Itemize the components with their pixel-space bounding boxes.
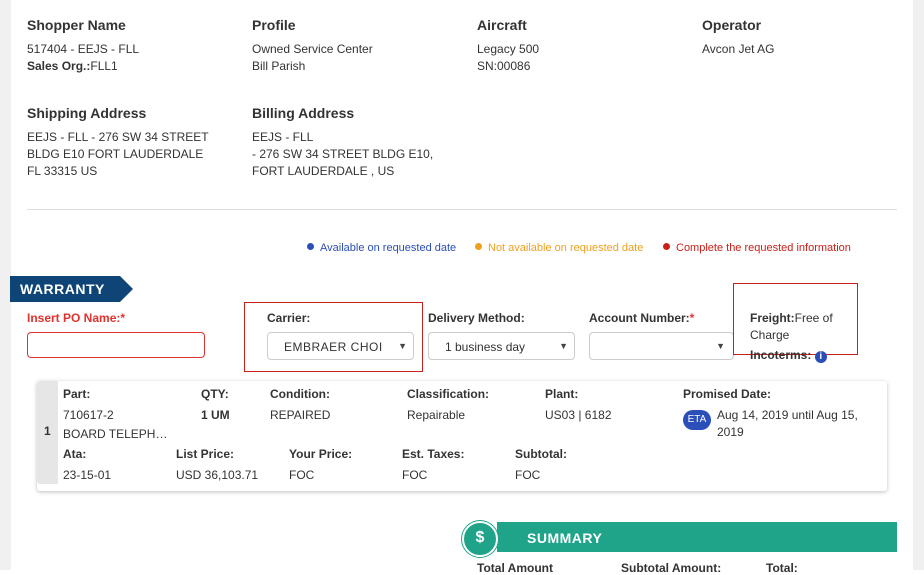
condition-label: Condition:	[270, 387, 330, 401]
account-label-text: Account Number:	[589, 311, 690, 325]
po-name-label: Insert PO Name:*	[27, 311, 125, 325]
delivery-select[interactable]: 1 business day ▼	[428, 332, 575, 360]
section-divider	[27, 209, 897, 210]
order-item-card: 1 Part: 710617-2 BOARD TELEPH… QTY: 1 UM…	[37, 381, 887, 491]
legend-complete: Complete the requested information	[663, 242, 851, 254]
po-required-mark: *	[120, 311, 126, 325]
legend-available-label: Available on requested date	[320, 242, 457, 254]
carrier-value: EMBRAER CHOI	[284, 340, 383, 354]
summary-total-label: Total:	[766, 561, 798, 575]
billing-line3: FORT LAUDERDALE , US	[252, 164, 395, 178]
item-index-column: 1	[37, 381, 58, 484]
billing-heading: Billing Address	[252, 105, 355, 121]
legend-not-available: Not available on requested date	[475, 242, 643, 254]
incoterms-label: Incoterms:	[750, 348, 812, 362]
summary-subtotal-label: Subtotal Amount:	[621, 561, 722, 575]
summary-banner: SUMMARY	[497, 522, 897, 552]
dollar-icon: $	[462, 521, 498, 557]
operator-line1: Avcon Jet AG	[702, 42, 775, 56]
legend-complete-label: Complete the requested information	[676, 242, 851, 254]
est-taxes-value: FOC	[402, 468, 428, 482]
promised-date-label: Promised Date:	[683, 387, 772, 401]
your-price-value: FOC	[289, 468, 315, 482]
summary-total-amount-label: Total Amount	[477, 561, 553, 575]
legend-available: Available on requested date	[307, 242, 456, 254]
promised-date-line1: Aug 14, 2019 until Aug 15,	[717, 408, 858, 422]
condition-value: REPAIRED	[270, 408, 331, 422]
account-required-mark: *	[689, 311, 695, 325]
profile-line2: Bill Parish	[252, 59, 306, 73]
part-description[interactable]: BOARD TELEPH…	[63, 426, 173, 443]
qty-label: QTY:	[201, 387, 229, 401]
eta-badge: ETA	[683, 409, 711, 430]
list-price-label: List Price:	[176, 447, 235, 461]
summary-title: SUMMARY	[527, 530, 603, 546]
shopper-line: 517404 - EEJS - FLL	[27, 42, 140, 56]
ata-label: Ata:	[63, 447, 87, 461]
account-label: Account Number:*	[589, 311, 694, 325]
shipping-line3: FL 33315 US	[27, 164, 98, 178]
po-name-input[interactable]	[27, 332, 205, 358]
chevron-down-icon: ▼	[559, 341, 568, 351]
warranty-title: WARRANTY	[20, 281, 105, 297]
ata-value: 23-15-01	[63, 468, 112, 482]
freight-info: Freight:Free of Charge	[750, 310, 850, 344]
sales-org: Sales Org.:FLL1	[27, 58, 118, 75]
shopper-heading: Shopper Name	[27, 17, 126, 33]
part-number: 710617-2	[63, 408, 114, 422]
classification-value: Repairable	[407, 408, 466, 422]
shipping-line2: BLDG E10 FORT LAUDERDALE	[27, 147, 204, 161]
dollar-glyph: $	[475, 529, 485, 546]
blue-dot-icon	[307, 243, 314, 250]
profile-line1: Owned Service Center	[252, 42, 373, 56]
classification-label: Classification:	[407, 387, 490, 401]
red-dot-icon	[663, 243, 670, 250]
delivery-value: 1 business day	[445, 340, 526, 354]
billing-line1: EEJS - FLL	[252, 130, 314, 144]
part-label: Part:	[63, 387, 91, 401]
item-index: 1	[44, 424, 51, 438]
sales-org-label: Sales Org.:	[27, 59, 91, 73]
aircraft-heading: Aircraft	[477, 17, 527, 33]
shipping-heading: Shipping Address	[27, 105, 147, 121]
plant-value: US03 | 6182	[545, 408, 612, 422]
promised-date-line2: 2019	[717, 425, 744, 439]
profile-heading: Profile	[252, 17, 296, 33]
aircraft-line1: Legacy 500	[477, 42, 540, 56]
chevron-down-icon: ▼	[716, 341, 725, 351]
account-select[interactable]: ▼	[589, 332, 734, 360]
subtotal-label: Subtotal:	[515, 447, 567, 461]
orange-dot-icon	[475, 243, 482, 250]
list-price-value: USD 36,103.71	[176, 468, 259, 482]
shipping-line1: EEJS - FLL - 276 SW 34 STREET	[27, 130, 209, 144]
qty-value: 1 UM	[201, 408, 230, 422]
operator-heading: Operator	[702, 17, 762, 33]
chevron-down-icon: ▼	[398, 341, 407, 351]
page-gutter-right	[913, 0, 924, 570]
incoterms: Incoterms: i	[750, 347, 827, 364]
legend-not-available-label: Not available on requested date	[488, 242, 644, 254]
carrier-label: Carrier:	[267, 311, 311, 325]
billing-line2: - 276 SW 34 STREET BLDG E10,	[252, 147, 434, 161]
your-price-label: Your Price:	[289, 447, 353, 461]
aircraft-line2: SN:00086	[477, 59, 531, 73]
po-name-label-text: Insert PO Name:	[27, 311, 121, 325]
subtotal-value: FOC	[515, 468, 541, 482]
eta-badge-text: ETA	[683, 410, 711, 430]
plant-label: Plant:	[545, 387, 579, 401]
est-taxes-label: Est. Taxes:	[402, 447, 465, 461]
freight-label: Freight:	[750, 311, 795, 325]
delivery-label: Delivery Method:	[428, 311, 525, 325]
sales-org-value: FLL1	[90, 59, 118, 73]
warranty-banner-arrow	[120, 276, 133, 302]
info-icon[interactable]: i	[814, 351, 827, 363]
carrier-select[interactable]: EMBRAER CHOI ▼	[267, 332, 414, 360]
